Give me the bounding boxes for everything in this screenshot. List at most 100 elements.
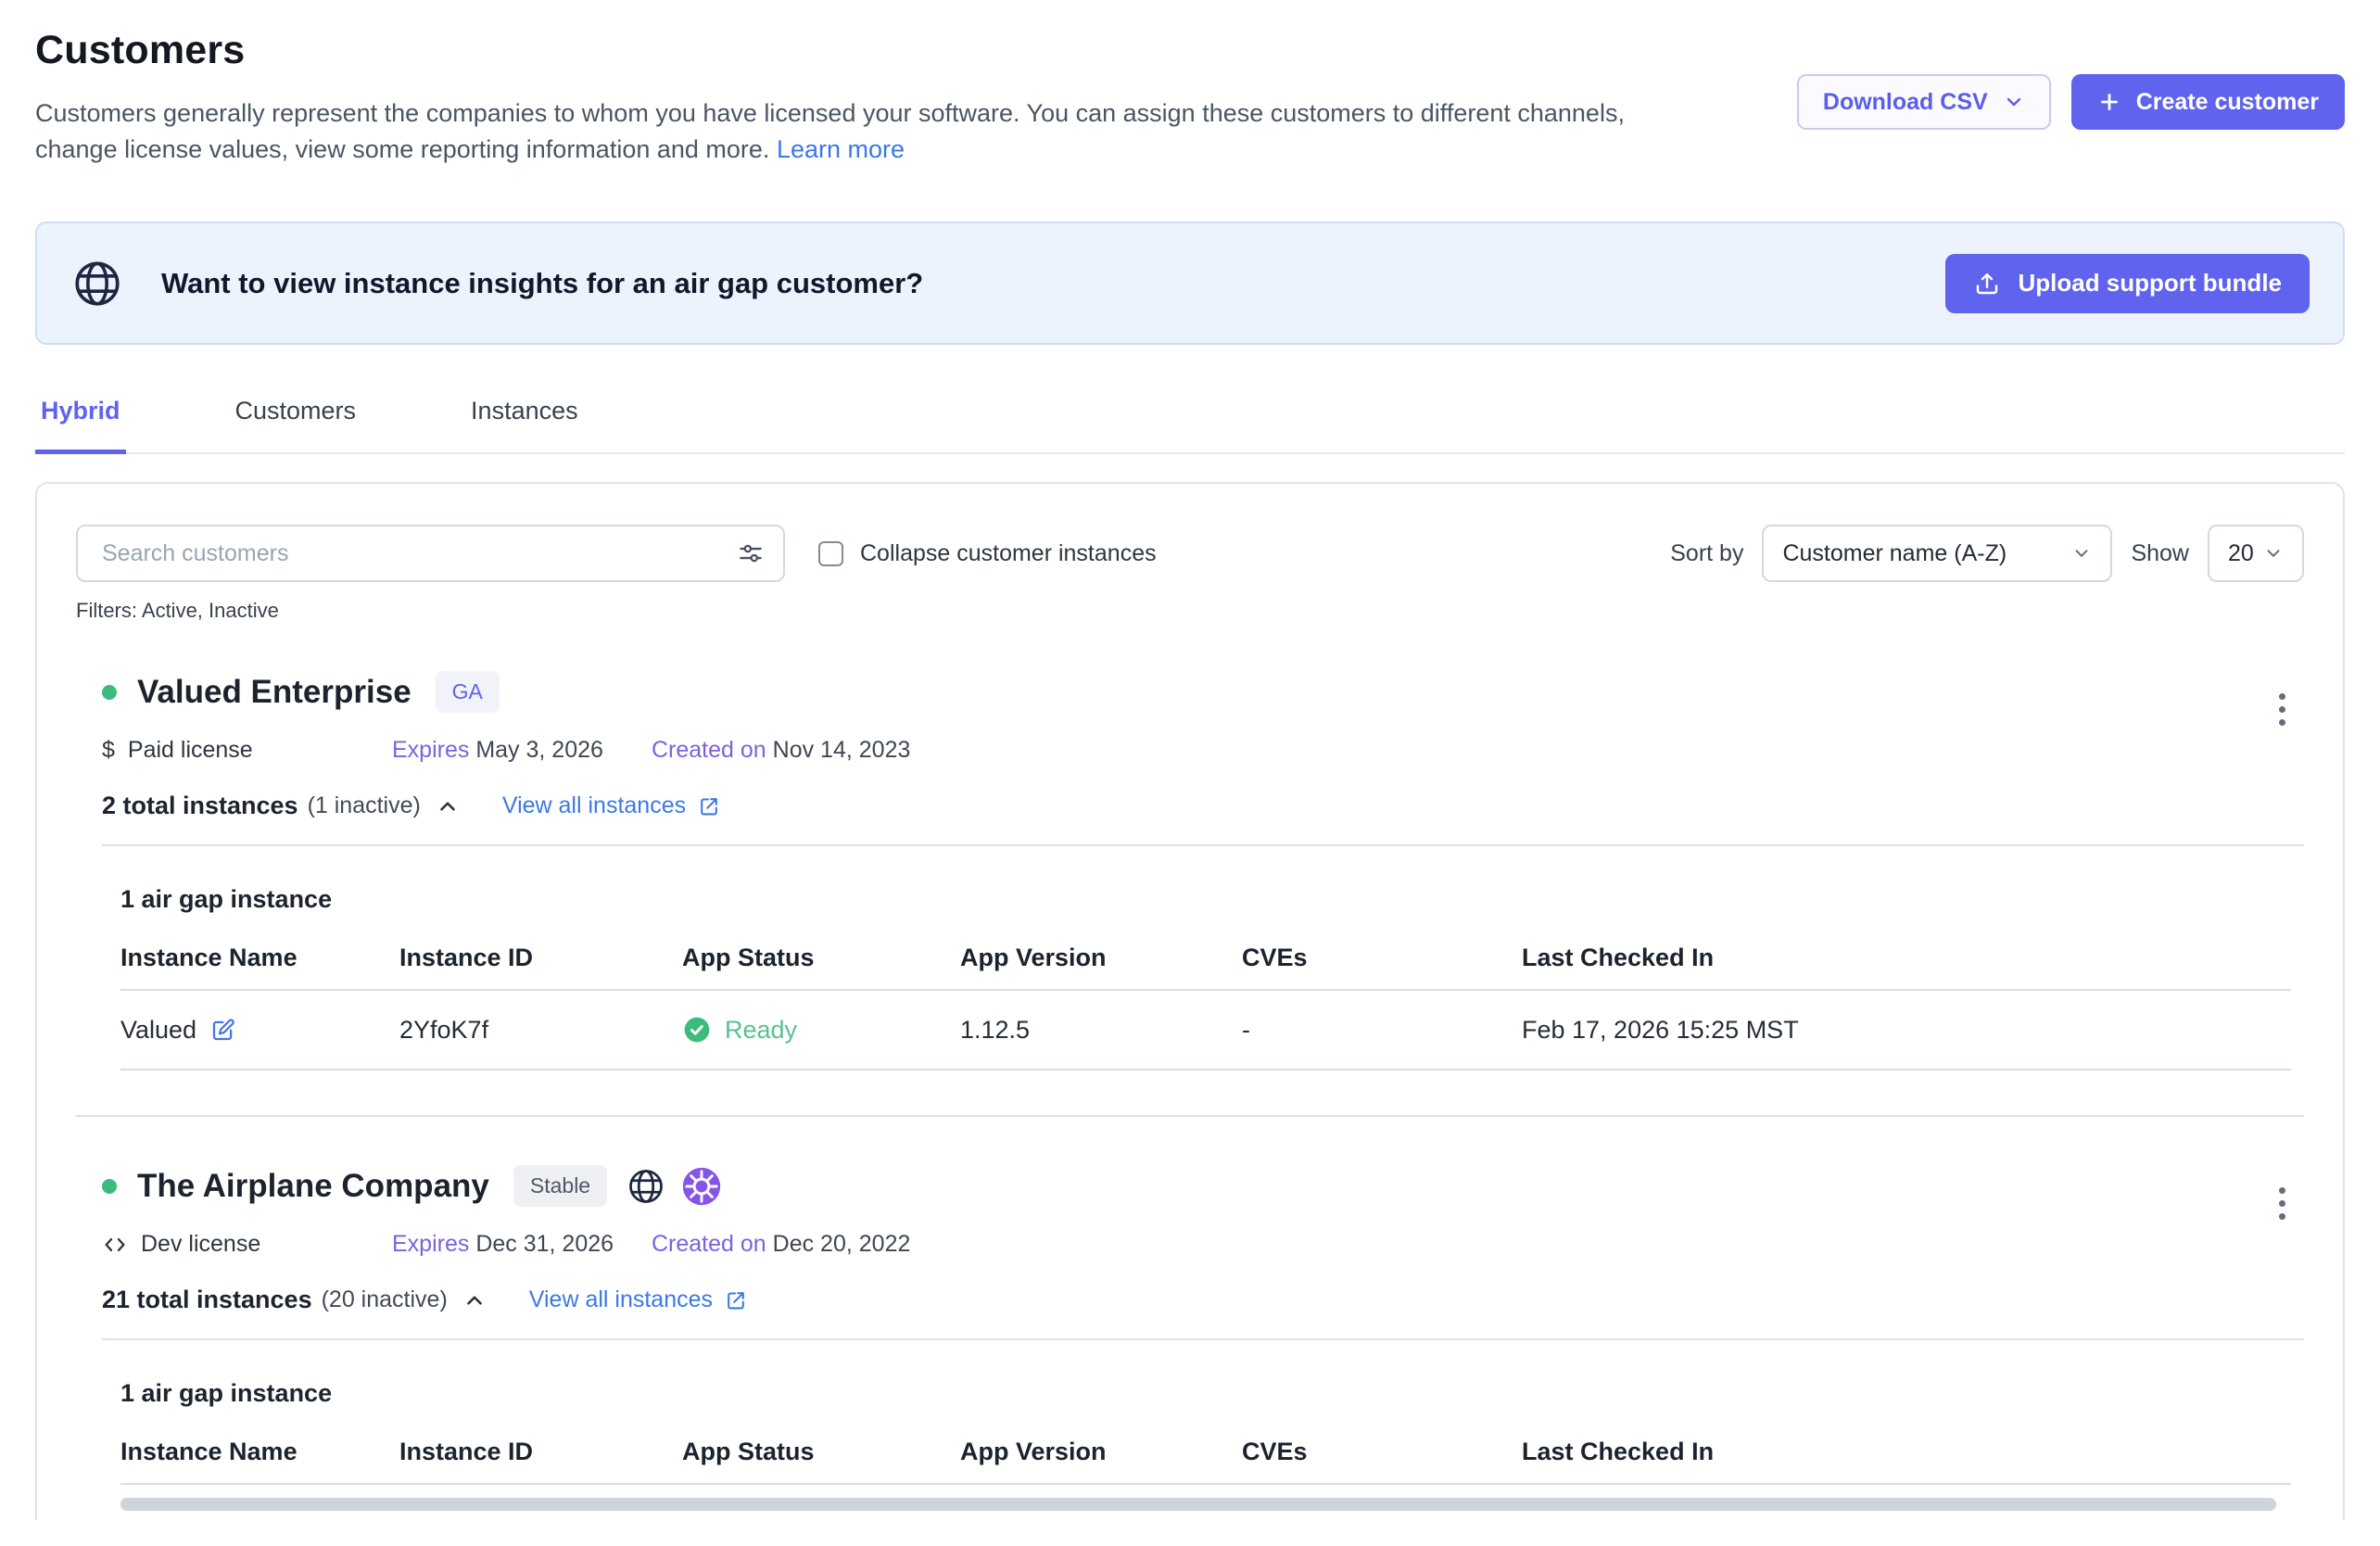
customers-page: Customers Customers generally represent … <box>0 0 2380 1520</box>
customer-meta-row: Dev license Expires Dec 31, 2026 Created… <box>102 1231 2304 1258</box>
airgap-banner: Want to view instance insights for an ai… <box>35 222 2345 345</box>
toolbar-right: Sort by Customer name (A-Z) Show 20 <box>1670 525 2304 582</box>
tab-hybrid[interactable]: Hybrid <box>35 386 126 454</box>
page-title: Customers <box>35 28 1694 73</box>
tab-customers[interactable]: Customers <box>230 386 362 452</box>
sort-select-value: Customer name (A-Z) <box>1782 540 2007 567</box>
banner-title: Want to view instance insights for an ai… <box>161 267 923 300</box>
col-header-app-version: App Version <box>960 944 1242 990</box>
last-checked-in: Feb 17, 2026 15:25 MST <box>1522 990 2291 1070</box>
upload-support-bundle-button[interactable]: Upload support bundle <box>1945 254 2310 313</box>
expires-date: May 3, 2026 <box>475 737 603 763</box>
active-status-dot <box>102 685 117 700</box>
sort-select[interactable]: Customer name (A-Z) <box>1762 525 2112 582</box>
total-instances: 21 total instances <box>102 1286 312 1314</box>
license-label: Paid license <box>128 737 253 764</box>
channel-badge: GA <box>436 671 500 713</box>
expires-date: Dec 31, 2026 <box>475 1231 614 1257</box>
collapse-instances-checkbox[interactable] <box>818 541 843 566</box>
tab-instances[interactable]: Instances <box>465 386 584 452</box>
check-circle-icon <box>682 1015 712 1045</box>
sort-by-label: Sort by <box>1670 540 1743 567</box>
instance-id: 2YfoK7f <box>399 990 682 1070</box>
filter-sliders-icon[interactable] <box>737 539 765 567</box>
col-header-app-status: App Status <box>682 944 960 990</box>
learn-more-link[interactable]: Learn more <box>777 135 905 163</box>
col-header-instance-id: Instance ID <box>399 1438 682 1484</box>
page-description: Customers generally represent the compan… <box>35 95 1694 168</box>
header-left: Customers Customers generally represent … <box>35 28 1694 168</box>
divider <box>102 1338 2304 1340</box>
chevron-down-icon <box>2071 543 2092 564</box>
edit-icon[interactable] <box>209 1016 237 1044</box>
view-tabs: Hybrid Customers Instances <box>35 386 2345 454</box>
code-icon <box>102 1232 128 1258</box>
show-select-value: 20 <box>2228 540 2254 567</box>
header-actions: Download CSV Create customer <box>1797 74 2345 130</box>
airgap-instances-heading: 1 air gap instance <box>120 1379 2304 1408</box>
col-header-last-checked-in: Last Checked In <box>1522 1438 2291 1484</box>
customer-meta-row: $ Paid license Expires May 3, 2026 Creat… <box>102 737 2304 764</box>
customer-menu-button[interactable] <box>2273 688 2291 731</box>
partial-row-skeleton <box>120 1498 2276 1511</box>
active-status-dot <box>102 1179 117 1194</box>
instances-table: Instance Name Instance ID App Status App… <box>120 944 2291 1071</box>
globe-icon <box>70 257 124 310</box>
customer-menu-button[interactable] <box>2273 1182 2291 1225</box>
created-date: Dec 20, 2022 <box>773 1231 911 1257</box>
upload-support-bundle-label: Upload support bundle <box>2018 269 2282 298</box>
col-header-cves: CVEs <box>1242 944 1522 990</box>
col-header-instance-id: Instance ID <box>399 944 682 990</box>
col-header-instance-name: Instance Name <box>120 1438 399 1484</box>
expires-field: Expires Dec 31, 2026 <box>392 1231 652 1258</box>
chevron-down-icon <box>2003 91 2025 113</box>
channel-badge: Stable <box>513 1165 607 1207</box>
show-select[interactable]: 20 <box>2208 525 2304 582</box>
customers-card: Collapse customer instances Sort by Cust… <box>35 482 2345 1520</box>
instance-name-cell: Valued <box>120 1016 399 1045</box>
inactive-note: (20 inactive) <box>322 1286 448 1313</box>
search-input[interactable] <box>76 525 785 582</box>
col-header-cves: CVEs <box>1242 1438 1522 1484</box>
customer-header: Valued Enterprise GA <box>102 671 2304 713</box>
download-csv-label: Download CSV <box>1823 89 1988 116</box>
app-status: Ready <box>725 1016 797 1045</box>
col-header-instance-name: Instance Name <box>120 944 399 990</box>
view-all-instances-label: View all instances <box>502 792 686 819</box>
chevron-up-icon[interactable] <box>462 1288 487 1312</box>
view-all-instances-link[interactable]: View all instances <box>502 792 721 819</box>
app-status-cell: Ready <box>682 1015 960 1045</box>
toolbar: Collapse customer instances Sort by Cust… <box>76 525 2304 582</box>
collapse-instances-control[interactable]: Collapse customer instances <box>818 540 1157 567</box>
instance-name: Valued <box>120 1016 196 1045</box>
view-all-instances-link[interactable]: View all instances <box>529 1286 748 1313</box>
show-label: Show <box>2131 540 2189 567</box>
page-header: Customers Customers generally represent … <box>35 28 2345 168</box>
table-row: Valued 2YfoK7f <box>120 990 2291 1070</box>
license-label: Dev license <box>141 1231 260 1258</box>
external-link-icon <box>697 794 721 818</box>
chevron-down-icon <box>2263 543 2284 564</box>
customer-name: Valued Enterprise <box>137 674 411 711</box>
instances-table: Instance Name Instance ID App Status App… <box>120 1438 2291 1485</box>
expires-label: Expires <box>392 737 469 763</box>
divider <box>102 844 2304 846</box>
chevron-up-icon[interactable] <box>436 794 460 818</box>
plus-icon <box>2097 90 2121 114</box>
app-version: 1.12.5 <box>960 990 1242 1070</box>
customer-type-icons <box>626 1166 722 1207</box>
total-instances: 2 total instances <box>102 792 298 820</box>
create-customer-button[interactable]: Create customer <box>2071 74 2345 130</box>
instances-summary-row: 2 total instances (1 inactive) View all … <box>102 792 2304 820</box>
create-customer-label: Create customer <box>2136 89 2319 116</box>
download-csv-button[interactable]: Download CSV <box>1797 74 2051 130</box>
customer-section-divider <box>76 1115 2304 1117</box>
dollar-icon: $ <box>102 737 115 764</box>
col-header-app-version: App Version <box>960 1438 1242 1484</box>
col-header-app-status: App Status <box>682 1438 960 1484</box>
kubernetes-helm-icon <box>681 1166 722 1207</box>
external-link-icon <box>724 1288 748 1312</box>
created-field: Created on Nov 14, 2023 <box>652 737 910 764</box>
inactive-note: (1 inactive) <box>308 792 421 819</box>
search-wrap <box>76 525 785 582</box>
